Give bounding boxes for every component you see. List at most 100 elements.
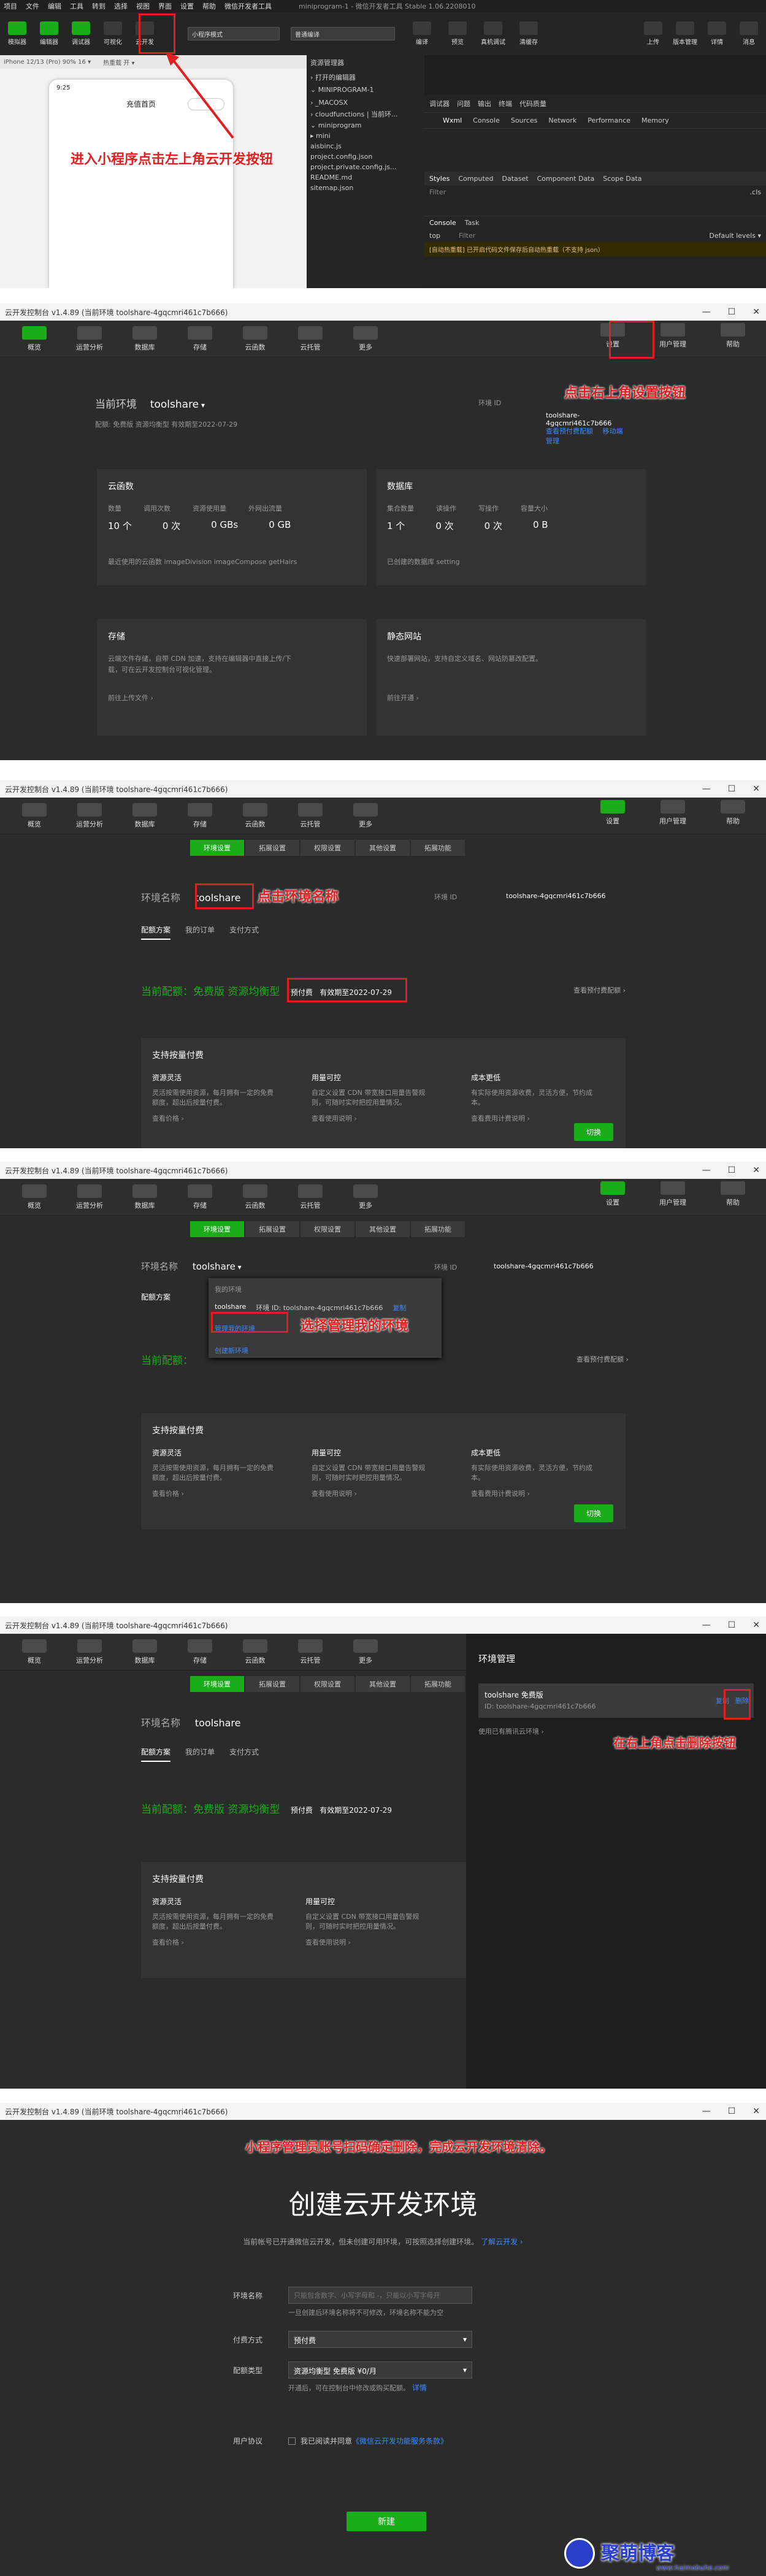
tab-sources[interactable]: Sources: [511, 116, 538, 124]
file-item[interactable]: sitemap.json: [310, 183, 421, 193]
chevron-down-icon[interactable]: ▾: [238, 1263, 242, 1271]
switch-button[interactable]: 切换: [573, 1123, 613, 1141]
cloudrun-button[interactable]: 云托管: [289, 1639, 331, 1665]
file-item[interactable]: project.private.config.js...: [310, 162, 421, 172]
file-item[interactable]: project.config.json: [310, 151, 421, 162]
close-icon[interactable]: ✕: [753, 307, 760, 317]
minimize-icon[interactable]: —: [702, 784, 711, 794]
menu-edit[interactable]: 编辑: [48, 1, 61, 11]
device-select[interactable]: iPhone 12/13 (Pro) 90% 16 ▾: [4, 59, 91, 66]
create-button[interactable]: 新建: [347, 2512, 426, 2531]
storage-button[interactable]: 存储: [179, 802, 221, 829]
view-quota-link[interactable]: 查看预付费配额 ›: [576, 1354, 629, 1364]
tab-ext-features[interactable]: 拓展功能: [411, 1676, 465, 1692]
close-icon[interactable]: ✕: [753, 1620, 760, 1630]
tab-ext-settings[interactable]: 拓展设置: [245, 840, 299, 856]
preview-button[interactable]: 预览: [444, 21, 471, 46]
env-name-input[interactable]: [288, 2287, 472, 2304]
visual-button[interactable]: 可视化: [99, 21, 126, 46]
tab-quality[interactable]: 代码质量: [519, 99, 546, 109]
minimize-icon[interactable]: —: [702, 1165, 711, 1175]
maximize-icon[interactable]: ☐: [728, 784, 736, 794]
message-button[interactable]: 消息: [735, 21, 762, 46]
minimize-icon[interactable]: —: [702, 2106, 711, 2116]
menu-ui[interactable]: 界面: [158, 1, 172, 11]
cloudrun-button[interactable]: 云托管: [289, 1184, 331, 1210]
filter-input[interactable]: Filter: [429, 188, 446, 196]
tab-payment[interactable]: 支付方式: [229, 1747, 259, 1762]
tab-console-drawer[interactable]: Console: [429, 219, 456, 227]
file-item[interactable]: › cloudfunctions | 当前环...: [310, 108, 421, 120]
database-button[interactable]: 数据库: [124, 1184, 166, 1210]
overview-button[interactable]: 概览: [13, 802, 55, 829]
env-list-row[interactable]: toolshare 免费版 ID: toolshare-4gqcmri461c7…: [478, 1683, 754, 1718]
menu-settings[interactable]: 设置: [180, 1, 194, 11]
agree-checkbox[interactable]: [288, 2437, 296, 2445]
simulator-button[interactable]: 模拟器: [4, 21, 31, 46]
tab-ext-features[interactable]: 拓展功能: [411, 1221, 465, 1237]
functions-button[interactable]: 云函数: [234, 326, 276, 352]
analytics-button[interactable]: 运营分析: [69, 802, 110, 829]
tab-problems[interactable]: 问题: [457, 99, 470, 109]
debugger-button[interactable]: 调试器: [67, 21, 94, 46]
overview-button[interactable]: 概览: [13, 326, 55, 352]
tab-payment[interactable]: 支付方式: [229, 924, 259, 940]
user-manage-button[interactable]: 用户管理: [652, 800, 694, 826]
analytics-button[interactable]: 运营分析: [69, 326, 110, 352]
analytics-button[interactable]: 运营分析: [69, 1184, 110, 1210]
tab-ext-settings[interactable]: 拓展设置: [245, 1221, 299, 1237]
compile-select[interactable]: 普通编译: [291, 27, 395, 40]
tab-terminal[interactable]: 终端: [499, 99, 512, 109]
tab-performance[interactable]: Performance: [588, 116, 630, 124]
tab-other-settings[interactable]: 其他设置: [356, 1221, 410, 1237]
editor-button[interactable]: 编辑器: [36, 21, 63, 46]
file-item[interactable]: aisbinc.js: [310, 141, 421, 151]
create-env-item[interactable]: 创建新环境: [215, 1346, 435, 1355]
minimize-icon[interactable]: —: [702, 307, 711, 317]
tab-quota[interactable]: 配额方案: [141, 924, 171, 940]
remote-debug-button[interactable]: 真机调试: [480, 21, 507, 46]
chevron-down-icon[interactable]: ▾: [201, 401, 205, 410]
detail-button[interactable]: 详情: [703, 21, 730, 46]
explorer-open[interactable]: › 打开的编辑器: [310, 72, 421, 82]
user-manage-button[interactable]: 用户管理: [652, 1181, 694, 1207]
functions-button[interactable]: 云函数: [234, 802, 276, 829]
tab-quota[interactable]: 配额方案: [141, 1292, 170, 1302]
overview-button[interactable]: 概览: [13, 1184, 55, 1210]
tab-scope-data[interactable]: Scope Data: [603, 175, 642, 183]
pay-col-link[interactable]: 查看费用计费说明 ›: [471, 1113, 594, 1123]
cloudrun-button[interactable]: 云托管: [289, 326, 331, 352]
prepaid-quota-link[interactable]: 查看预付费配额: [546, 427, 593, 435]
copy-link[interactable]: 复制: [393, 1303, 406, 1313]
tab-debugger[interactable]: 调试器: [429, 99, 450, 109]
minimize-icon[interactable]: —: [702, 1620, 711, 1630]
more-button[interactable]: 更多: [345, 326, 386, 352]
env-name[interactable]: toolshare: [195, 1717, 241, 1729]
tab-orders[interactable]: 我的订单: [185, 924, 215, 940]
settings-button[interactable]: 设置: [592, 800, 634, 826]
plan-select[interactable]: 资源均衡型 免费版 ¥0/月 ▾: [288, 2361, 472, 2379]
pay-col-link[interactable]: 查看使用说明 ›: [305, 1937, 428, 1947]
version-button[interactable]: 版本管理: [672, 21, 699, 46]
file-item[interactable]: ▸ mini: [310, 131, 421, 141]
tab-console[interactable]: Console: [473, 116, 500, 124]
pay-select[interactable]: 预付费 ▾: [288, 2331, 472, 2348]
menu-tools[interactable]: 工具: [70, 1, 83, 11]
tab-dataset[interactable]: Dataset: [502, 175, 529, 183]
close-icon[interactable]: ✕: [753, 784, 760, 794]
pay-col-link[interactable]: 查看价格 ›: [152, 1488, 275, 1498]
maximize-icon[interactable]: ☐: [728, 1165, 736, 1175]
tab-network[interactable]: Network: [548, 116, 576, 124]
storage-button[interactable]: 存储: [179, 1184, 221, 1210]
menu-help[interactable]: 帮助: [202, 1, 216, 11]
tab-env-settings[interactable]: 环境设置: [190, 840, 244, 856]
overview-button[interactable]: 概览: [13, 1639, 55, 1665]
maximize-icon[interactable]: ☐: [728, 2106, 736, 2116]
menu-select[interactable]: 选择: [114, 1, 128, 11]
menu-project[interactable]: 项目: [4, 1, 17, 11]
env-name[interactable]: toolshare: [150, 398, 199, 411]
hotreload-select[interactable]: 热重载 开 ▾: [103, 58, 134, 67]
settings-button[interactable]: 设置: [592, 1181, 634, 1207]
pay-col-link[interactable]: 查看使用说明 ›: [312, 1488, 434, 1498]
view-quota-link[interactable]: 查看预付费配额 ›: [573, 985, 626, 995]
